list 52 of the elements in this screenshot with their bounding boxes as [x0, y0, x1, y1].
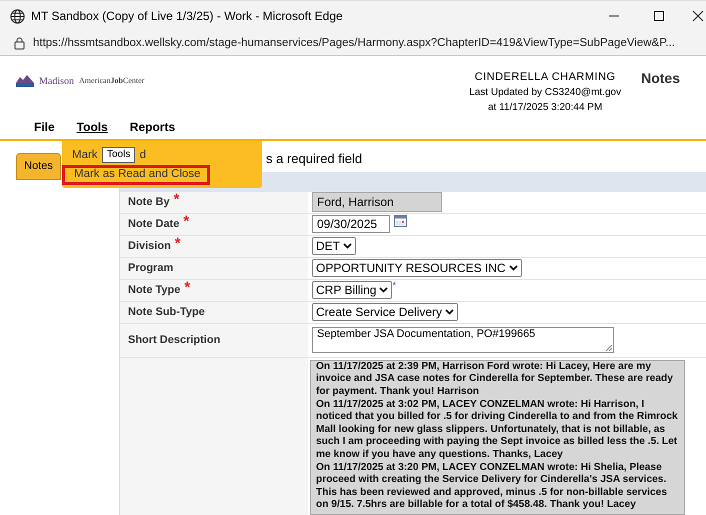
note-entry: On 11/17/2025 at 2:39 PM, Harrison Ford wrote: Hi Lacey, Here are my invoice and JSA case notes for Cinderella for September. These are ready for payment. Thank you! Harrison [316, 360, 674, 399]
required-mark: * [392, 281, 396, 290]
calendar-icon[interactable] [394, 215, 407, 228]
maximize-icon[interactable] [653, 10, 665, 22]
dropdown-field[interactable]: OPPORTUNITY RESOURCES INC [312, 259, 522, 278]
short-description-field[interactable]: September JSA Documentation, PO#199665 [312, 327, 614, 354]
field-label: Division [128, 239, 171, 254]
required-asterisk: * [184, 280, 190, 295]
last-updated-text: Last Updated by CS3240@mt.gov [469, 86, 622, 100]
menu-item[interactable]: Reports [130, 118, 176, 136]
logo-icon [16, 75, 34, 88]
globe-icon [10, 8, 25, 24]
updated-time-text: at 11/17/2025 3:20:44 PM [488, 100, 602, 115]
side-tab[interactable]: Notes [16, 152, 61, 180]
required-asterisk: * [174, 236, 181, 251]
menu-option-text[interactable]: d [140, 147, 146, 164]
field-label: Short Description [128, 333, 220, 348]
menu-item[interactable]: File [34, 118, 55, 136]
field-label: Note By [128, 195, 170, 210]
menu-option-text[interactable]: Mark [72, 147, 98, 164]
date-field[interactable]: 09/30/2025 [312, 215, 390, 234]
note-entry: On 11/17/2025 at 3:02 PM, LACEY CONZELMAN wrote: Hi Harrison, I noticed that you billed for .5 for driving Cinderella to and from the Rimrock Mall looking for new glass slippers. Unfortunately, that is not billable, as such I am proceeding with paying the Sept invoice as billed less the .5. Let me know if you have any questions. Thanks, Lacey [316, 398, 679, 462]
field-label: Program [128, 261, 174, 276]
client-name: CINDERELLA CHARMING [474, 70, 616, 85]
field-label: Note Sub-Type [128, 305, 205, 320]
dropdown-field[interactable]: DET [312, 237, 356, 256]
caret-icon [508, 265, 518, 272]
address-bar[interactable]: https://hssmtsandbox.wellsky.com/stage-humanservices/Pages/Harmony.aspx?ChapterID=419&ViewType=SubPageView&P... [0, 32, 706, 56]
close-icon[interactable] [692, 10, 704, 22]
note-entry: On 11/17/2025 at 3:20 PM, LACEY CONZELMAN wrote: Hi Shelia, Please proceed with creating the Service Delivery for Cinderella's JSA services. This has been reviewed and approved, minus .5 for non-billable services on 9/15. 7.5hrs are billable for a total of $458.48. Thank you! Lacey [316, 462, 668, 512]
menu-option[interactable]: Mark as Read and Close [62, 164, 210, 185]
caret-icon [379, 287, 388, 294]
url-text: https://hssmtsandbox.wellsky.com/stage-humanservices/Pages/Harmony.aspx?ChapterID=419&ViewType=SubPageView&P... [33, 36, 675, 51]
tooltip: Tools [102, 146, 136, 163]
caret-icon [445, 309, 454, 316]
required-asterisk: * [183, 214, 190, 229]
page-title: Notes [641, 68, 680, 88]
read-only-field: Ford, Harrison [312, 192, 442, 212]
required-field-note: s a required field [266, 150, 362, 168]
lock-icon [14, 36, 25, 50]
required-asterisk: * [174, 192, 180, 207]
menu-item[interactable]: Tools [76, 118, 108, 136]
caret-icon [343, 243, 352, 250]
window-title: MT Sandbox (Copy of Live 1/3/25) - Work - Microsoft Edge [31, 8, 344, 26]
field-label: Note Date [128, 217, 180, 232]
dropdown-field[interactable]: CRP Billing [312, 281, 392, 300]
field-label: Note Type [128, 283, 180, 298]
notes-history-field[interactable] [310, 360, 685, 515]
resize-handle-icon [606, 345, 612, 352]
dropdown-field[interactable]: Create Service Delivery [312, 303, 458, 322]
logo-text: Madison [39, 74, 74, 89]
logo-text: AmericanJobCenter [79, 75, 144, 88]
